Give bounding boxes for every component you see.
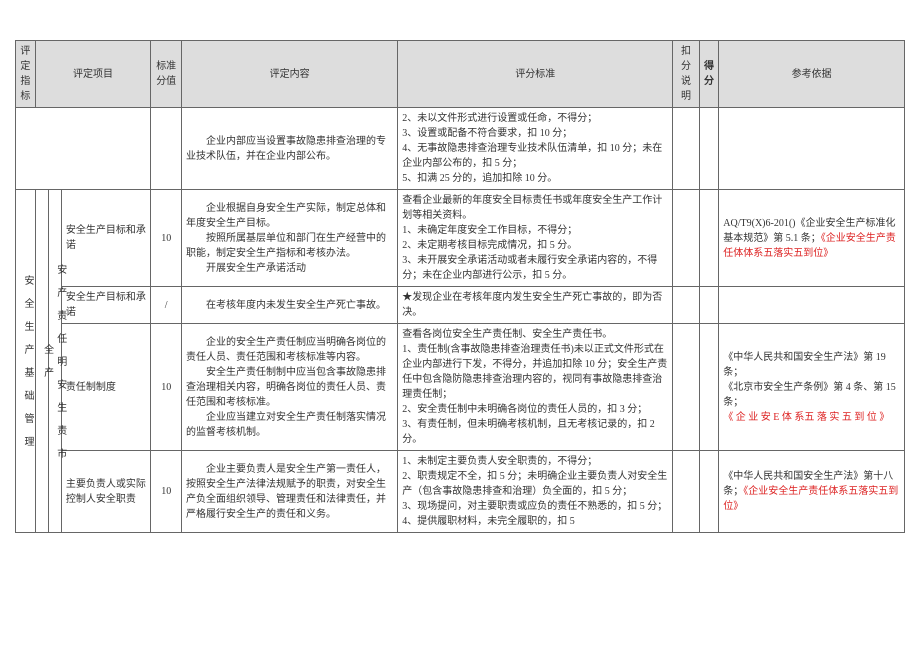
- table-row: 责任制制度 10 企业的安全生产责任制应当明确各岗位的责任人员、责任范围和考核标…: [16, 324, 905, 451]
- table-row: 安 全 生 产 基 础 管 理 全 产 安 产 责 任 明 安 生 责 市 安全…: [16, 190, 905, 287]
- cell-standard: 1、未制定主要负责人安全职责的，不得分； 2、职责规定不全，扣 5 分；未明确企…: [398, 451, 673, 533]
- col-reference: 参考依据: [719, 41, 905, 108]
- table-row: 安全生产目标和承诺 / 在考核年度内未发生安全生产死亡事故。 ★发现企业在考核年…: [16, 287, 905, 324]
- cell-content: 企业根据自身安全生产实际，制定总体和年度安全生产目标。 按照所属基层单位和部门在…: [181, 190, 397, 287]
- cell-level2a: 全 产: [35, 190, 48, 533]
- cell-content: 企业内部应当设置事故隐患排查治理的专业技术队伍，并在企业内部公布。: [181, 108, 397, 190]
- col-deduct: 扣分 说明: [673, 41, 699, 108]
- cell-project: 安全生产目标和承诺: [61, 287, 151, 324]
- col-standard: 评分标准: [398, 41, 673, 108]
- header-row: 评 定 指标 评定项目 标准 分值 评定内容 评分标准 扣分 说明 得分 参考依…: [16, 41, 905, 108]
- evaluation-table: 评 定 指标 评定项目 标准 分值 评定内容 评分标准 扣分 说明 得分 参考依…: [15, 40, 905, 533]
- cell-content: 企业主要负责人是安全生产第一责任人，按照安全生产法律法规赋予的职责，对安全生产负…: [181, 451, 397, 533]
- cell-stdscore: 10: [151, 324, 182, 451]
- cell-content: 企业的安全生产责任制应当明确各岗位的责任人员、责任范围和考核标准等内容。 安全生…: [181, 324, 397, 451]
- table-row: 企业内部应当设置事故隐患排查治理的专业技术队伍，并在企业内部公布。 2、未以文件…: [16, 108, 905, 190]
- cell-stdscore: /: [151, 287, 182, 324]
- cell-standard: 查看企业最新的年度安全目标责任书或年度安全生产工作计划等相关资料。 1、未确定年…: [398, 190, 673, 287]
- cell-project: 主要负责人或实际控制人安全职责: [61, 451, 151, 533]
- col-score: 得分: [699, 41, 719, 108]
- col-content: 评定内容: [181, 41, 397, 108]
- cell-standard: ★发现企业在考核年度内发生安全生产死亡事故的，即为否决。: [398, 287, 673, 324]
- cell-project: 责任制制度: [61, 324, 151, 451]
- cell-content: 在考核年度内未发生安全生产死亡事故。: [181, 287, 397, 324]
- cell-stdscore: 10: [151, 190, 182, 287]
- cell-standard: 查看各岗位安全生产责任制、安全生产责任书。 1、责任制(含事故隐患排查治理责任书…: [398, 324, 673, 451]
- col-score-std: 标准 分值: [151, 41, 182, 108]
- cell-reference: 《中华人民共和国安全生产法》第 19 条； 《北京市安全生产条例》第 4 条、第…: [719, 324, 905, 451]
- col-project: 评定项目: [35, 41, 151, 108]
- table-row: 主要负责人或实际控制人安全职责 10 企业主要负责人是安全生产第一责任人，按照安…: [16, 451, 905, 533]
- cell-stdscore: 10: [151, 451, 182, 533]
- cell-standard: 2、未以文件形式进行设置或任命，不得分； 3、设置或配备不符合要求，扣 10 分…: [398, 108, 673, 190]
- cell-project: 安全生产目标和承诺: [61, 190, 151, 287]
- cell-reference: 《中华人民共和国安全生产法》第十八条；《企业安全生产责任体系五落实五到位》: [719, 451, 905, 533]
- cell-level1: 安 全 生 产 基 础 管 理: [16, 190, 36, 533]
- col-indicator: 评 定 指标: [16, 41, 36, 108]
- cell-reference: AQ/T9(X)6-201()《企业安全生产标准化基本规范》第 5.1 条；《企…: [719, 190, 905, 287]
